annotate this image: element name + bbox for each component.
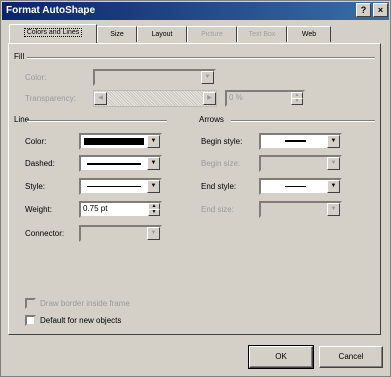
title-bar: Format AutoShape [2, 2, 389, 20]
style-preview [87, 186, 141, 187]
tab-layout[interactable]: Layout [137, 26, 187, 42]
line-color-swatch [84, 138, 144, 145]
begin-size-label: Begin size: [201, 159, 241, 168]
fill-color-dropdown[interactable]: ▼ [93, 69, 216, 86]
tab-web[interactable]: Web [287, 26, 331, 42]
slider-right-icon: ▶ [203, 92, 216, 105]
dialog-title: Format AutoShape [6, 5, 96, 16]
line-divider [27, 120, 167, 122]
connector-dropdown[interactable]: ▼ [79, 225, 162, 242]
colors-and-lines-panel: Fill Color: ▼ Transparency: ◀ ▶ 0 % ▲ ▼ … [8, 43, 381, 335]
tab-colors-and-lines[interactable]: Colors and Lines [9, 24, 97, 43]
chevron-down-icon: ▼ [147, 157, 160, 170]
connector-label: Connector: [25, 229, 65, 238]
chevron-down-icon: ▼ [327, 203, 340, 216]
fill-group-label: Fill [14, 52, 25, 61]
transparency-value: 0 % [229, 93, 243, 102]
tab-text-box[interactable]: Text Box [237, 26, 287, 42]
fill-color-label: Color: [25, 73, 47, 82]
help-button[interactable]: ? [356, 3, 371, 17]
begin-size-dropdown[interactable]: ▼ [259, 155, 342, 172]
chevron-down-icon: ▼ [147, 180, 160, 193]
weight-label: Weight: [25, 205, 52, 214]
tab-picture[interactable]: Picture [187, 26, 237, 42]
arrows-divider [231, 120, 375, 122]
dashed-label: Dashed: [25, 159, 55, 168]
begin-style-preview [285, 140, 306, 142]
begin-style-dropdown[interactable]: ▼ [259, 133, 342, 150]
line-color-label: Color: [25, 137, 47, 146]
arrows-group-label: Arrows [199, 115, 224, 124]
tab-label: Colors and Lines [23, 28, 83, 37]
chevron-down-icon: ▼ [327, 157, 340, 170]
chevron-down-icon: ▼ [327, 180, 340, 193]
end-style-preview [285, 186, 306, 187]
end-size-dropdown[interactable]: ▼ [259, 201, 342, 218]
transparency-label: Transparency: [25, 94, 76, 103]
dashed-dropdown[interactable]: ▼ [79, 155, 162, 172]
transparency-slider[interactable]: ◀ ▶ [93, 90, 217, 107]
begin-style-label: Begin style: [201, 137, 243, 146]
end-style-label: End style: [201, 182, 237, 191]
chevron-down-icon: ▼ [147, 227, 160, 240]
format-autoshape-dialog: Format AutoShape ? × Colors and Lines Si… [0, 0, 391, 377]
spin-down-icon[interactable]: ▼ [291, 98, 303, 105]
fill-divider [27, 57, 375, 59]
close-button[interactable]: × [373, 3, 388, 17]
end-size-label: End size: [201, 205, 234, 214]
style-dropdown[interactable]: ▼ [79, 178, 162, 195]
default-for-new-objects-checkbox[interactable] [25, 315, 36, 326]
slider-left-icon: ◀ [94, 92, 107, 105]
draw-border-inside-frame-label: Draw border inside frame [40, 299, 130, 308]
chevron-down-icon: ▼ [147, 135, 160, 148]
line-color-dropdown[interactable]: ▼ [79, 133, 162, 150]
transparency-input[interactable]: 0 % ▲ ▼ [225, 90, 305, 107]
style-label: Style: [25, 182, 46, 191]
chevron-down-icon: ▼ [327, 135, 340, 148]
draw-border-inside-frame-checkbox[interactable] [25, 298, 36, 309]
cancel-button[interactable]: Cancel [319, 346, 383, 368]
tab-strip: Colors and Lines Size Layout Picture Tex… [9, 24, 389, 44]
spin-down-icon[interactable]: ▼ [148, 209, 160, 216]
end-style-dropdown[interactable]: ▼ [259, 178, 342, 195]
default-for-new-objects-label: Default for new objects [40, 316, 122, 325]
weight-input[interactable]: 0.75 pt ▲ ▼ [79, 201, 162, 218]
chevron-down-icon: ▼ [201, 71, 214, 84]
ok-button[interactable]: OK [248, 345, 314, 369]
weight-value: 0.75 pt [83, 204, 108, 213]
dash-preview [87, 163, 141, 165]
tab-size[interactable]: Size [97, 26, 137, 42]
